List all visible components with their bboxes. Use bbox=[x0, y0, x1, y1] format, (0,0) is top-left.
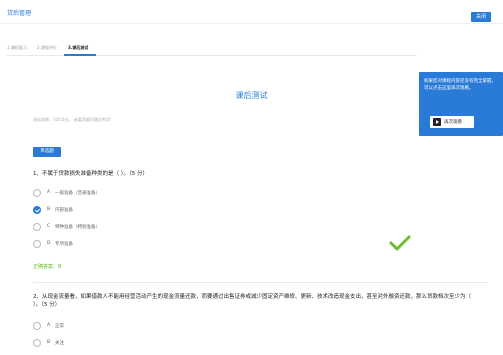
option-text: 内部准备 bbox=[55, 208, 73, 213]
q1-option-a[interactable]: A 一般准备（普通准备） bbox=[33, 189, 233, 197]
option-letter: B bbox=[47, 340, 51, 345]
active-tab-indicator bbox=[64, 54, 96, 56]
radio-button-checked[interactable] bbox=[33, 206, 41, 214]
radio-button[interactable] bbox=[33, 339, 41, 347]
tab-bar: 1.课程复习 2.课程评价 3.课后测试 bbox=[7, 40, 417, 56]
rewatch-label: 再次观看 bbox=[444, 119, 462, 124]
option-text: 正常 bbox=[55, 324, 64, 329]
tab-course-evaluation[interactable]: 2.课程评价 bbox=[37, 45, 57, 51]
radio-button[interactable] bbox=[33, 240, 41, 248]
quiz-score-info: 测试成绩：100.0分。 恭喜您顺利通过考试！ bbox=[33, 117, 114, 122]
tab-post-test[interactable]: 3.课后测试 bbox=[68, 45, 88, 51]
correct-check-icon bbox=[389, 235, 411, 251]
rewatch-panel: 如果您对课程内容还没有完全掌握，可以点击这里再次观看。 再次观看 bbox=[419, 72, 503, 136]
q2-option-a[interactable]: A 正常 bbox=[33, 322, 233, 330]
option-letter: B bbox=[47, 207, 51, 212]
radio-button[interactable] bbox=[33, 189, 41, 197]
option-text: 特种准备（特别准备） bbox=[55, 225, 100, 230]
correct-answer: 正确答案：B bbox=[33, 264, 62, 270]
q2-option-b[interactable]: B 关注 bbox=[33, 339, 233, 347]
radio-button[interactable] bbox=[33, 322, 41, 330]
q1-option-b[interactable]: B 内部准备 bbox=[33, 206, 233, 214]
tab-course-review[interactable]: 1.课程复习 bbox=[7, 45, 27, 51]
option-text: 一般准备（普通准备） bbox=[55, 191, 100, 196]
rewatch-hint: 如果您对课程内容还没有完全掌握，可以点击这里再次观看。 bbox=[424, 79, 496, 91]
option-letter: D bbox=[47, 241, 51, 246]
close-button[interactable]: 关闭 bbox=[471, 12, 491, 22]
option-text: 专项准备 bbox=[55, 242, 73, 247]
rewatch-button[interactable]: 再次观看 bbox=[430, 116, 474, 128]
app-title: 贷后管理 bbox=[7, 10, 32, 17]
question-1-text: 1、不属于贷款损失准备种类的是（ ）。（5 分） bbox=[33, 171, 148, 177]
question-divider bbox=[33, 282, 488, 283]
option-letter: C bbox=[47, 224, 51, 229]
top-bar: 贷后管理 关闭 bbox=[0, 0, 503, 24]
option-text: 关注 bbox=[55, 341, 64, 346]
question-2-text: 2、从现金流量看，如果借款人不能用经营活动产生的现金流量还款，而要通过出售证券或… bbox=[33, 294, 472, 308]
option-letter: A bbox=[47, 323, 51, 328]
play-icon bbox=[433, 118, 441, 126]
radio-button[interactable] bbox=[33, 223, 41, 231]
question-type-badge: 单选题 bbox=[33, 147, 61, 157]
q1-option-d[interactable]: D 专项准备 bbox=[33, 240, 233, 248]
option-letter: A bbox=[47, 190, 51, 195]
q1-option-c[interactable]: C 特种准备（特别准备） bbox=[33, 223, 233, 231]
